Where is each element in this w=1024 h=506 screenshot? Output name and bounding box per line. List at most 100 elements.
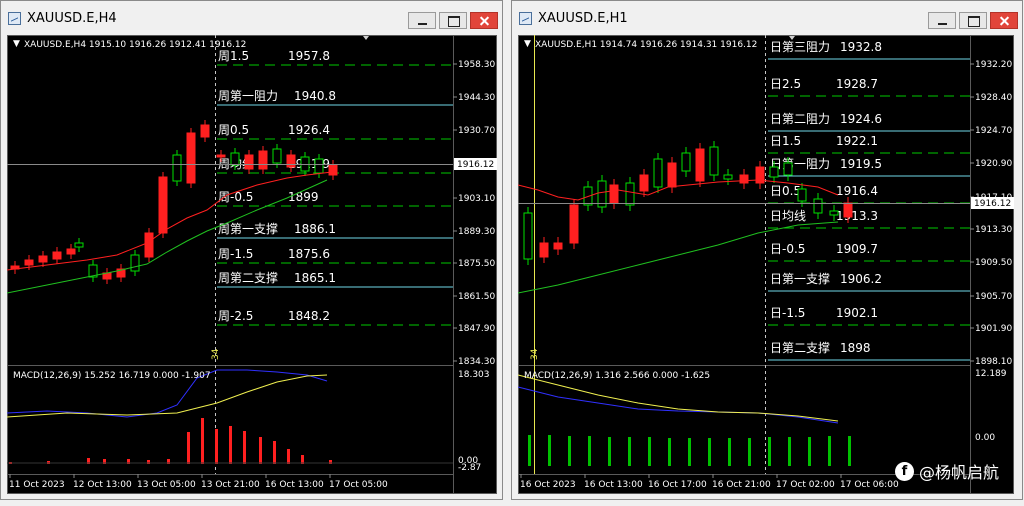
chart-area[interactable]: 1932.201928.401924.701920.901917.101913.… xyxy=(518,35,1014,494)
price-tick-label: 1909.50 xyxy=(975,258,1012,268)
chart-header: XAUUSD.E,H4 1915.10 1916.26 1912.41 1916… xyxy=(24,40,246,50)
candle xyxy=(272,148,282,164)
level-name: 日0.5 xyxy=(770,184,801,198)
time-tick-label: 16 Oct 2023 xyxy=(520,480,576,490)
candle xyxy=(639,174,649,192)
price-tick-label: 1889.30 xyxy=(458,227,495,237)
candle xyxy=(314,158,324,174)
macd-histogram-bar xyxy=(528,435,531,466)
time-tick-label: 12 Oct 13:00 xyxy=(73,480,132,490)
menu-arrow-icon[interactable]: ▼ xyxy=(524,39,531,49)
minimize-button[interactable] xyxy=(408,12,436,29)
level-value: 1957.8 xyxy=(288,49,330,63)
macd-histogram-bar xyxy=(215,429,218,464)
level-name: 周-2.5 xyxy=(218,309,253,323)
candle xyxy=(769,166,779,178)
level-value: 1913.3 xyxy=(836,209,878,223)
level-value: 1932.8 xyxy=(840,40,882,54)
macd-tick-label: -2.87 xyxy=(458,463,481,473)
price-tick-label: 1861.50 xyxy=(458,292,495,302)
close-button[interactable] xyxy=(470,12,498,29)
level-name: 日第一支撑 xyxy=(770,271,830,286)
chart-area[interactable]: 1958.30 1944.30 1930.70 1903.10 1889.30 1875.… xyxy=(7,35,497,494)
candle xyxy=(38,255,48,263)
macd-histogram-bar xyxy=(768,437,771,466)
price-tick-label: 1930.70 xyxy=(458,126,495,136)
window-title: XAUUSD.E,H1 xyxy=(538,11,628,26)
candle xyxy=(539,242,549,258)
macd-histogram-bar xyxy=(187,432,190,464)
level-value: 1926.4 xyxy=(288,123,330,137)
price-tick-label: 1944.30 xyxy=(458,93,495,103)
candle xyxy=(843,202,853,218)
macd-histogram-bar xyxy=(808,437,811,466)
titlebar[interactable]: XAUUSD.E,H1 xyxy=(512,1,1022,35)
candle xyxy=(186,132,196,184)
candle xyxy=(783,162,793,176)
price-tick-label: 1847.90 xyxy=(458,324,495,334)
candle xyxy=(569,204,579,244)
macd-histogram-bar xyxy=(548,435,551,466)
time-tick-label: 17 Oct 06:00 xyxy=(840,480,899,490)
candle xyxy=(709,146,719,176)
candle xyxy=(52,251,62,260)
level-value: 1909.7 xyxy=(836,242,878,256)
macd-histogram-bar xyxy=(688,438,691,466)
candle xyxy=(130,254,140,272)
macd-label: MACD(12,26,9) 15.252 16.719 0.000 -1.907 xyxy=(13,371,211,381)
macd-tick-label: 18.303 xyxy=(458,370,490,380)
time-tick-label: 16 Oct 13:00 xyxy=(265,480,324,490)
macd-histogram-bar xyxy=(259,437,262,464)
time-tick-label: 16 Oct 13:00 xyxy=(584,480,643,490)
chart-app-icon xyxy=(8,12,21,25)
chart-header: XAUUSD.E,H1 1914.74 1916.26 1914.31 1916… xyxy=(535,40,757,50)
macd-histogram-bar xyxy=(201,418,204,464)
candle xyxy=(667,162,677,188)
price-tick-label: 1958.30 xyxy=(458,60,495,70)
macd-histogram-bar xyxy=(287,449,290,464)
price-tick-label: 1924.70 xyxy=(975,126,1012,136)
level-value: 1919.5 xyxy=(840,157,882,171)
current-price: 1916.12 xyxy=(974,199,1011,209)
macd-histogram-bar xyxy=(708,438,711,466)
price-tick-label: 1932.20 xyxy=(975,60,1012,70)
macd-histogram-bar xyxy=(788,437,791,466)
watermark: f @杨帆启航 xyxy=(895,458,999,484)
bar-marker: 34 xyxy=(211,348,221,360)
price-chart[interactable]: 1958.30 1944.30 1930.70 1903.10 1889.30 1875.… xyxy=(7,35,497,494)
macd-histogram-bar xyxy=(728,438,731,466)
macd-histogram-bar xyxy=(273,441,276,464)
price-chart[interactable]: 1932.201928.401924.701920.901917.101913.… xyxy=(518,35,1014,494)
candle xyxy=(286,154,296,168)
window-title: XAUUSD.E,H4 xyxy=(27,11,117,26)
close-button[interactable] xyxy=(990,12,1018,29)
level-name: 日1.5 xyxy=(770,134,801,148)
macd-histogram-bar xyxy=(748,438,751,466)
candle xyxy=(230,152,240,166)
price-tick-label: 1901.90 xyxy=(975,324,1012,334)
candle xyxy=(328,164,338,176)
level-name: 日第二阻力 xyxy=(770,112,830,126)
macd-label: MACD(12,26,9) 1.316 2.566 0.000 -1.625 xyxy=(524,371,710,381)
candle xyxy=(24,259,34,266)
level-value: 1886.1 xyxy=(294,222,336,236)
level-name: 日均线 xyxy=(770,209,806,223)
price-tick-label: 1903.10 xyxy=(458,194,495,204)
level-value: 1906.2 xyxy=(840,272,882,286)
bar-marker: 34 xyxy=(530,348,540,360)
price-tick-label: 1928.40 xyxy=(975,93,1012,103)
menu-arrow-icon[interactable]: ▼ xyxy=(13,39,20,49)
level-name: 日第一阻力 xyxy=(770,157,830,171)
chart-window-h4[interactable]: XAUUSD.E,H4 1958.30 1944.30 1930.70 1903.10… xyxy=(0,0,503,500)
restore-button[interactable] xyxy=(439,12,467,29)
level-name: 日第二支撑 xyxy=(770,340,830,355)
level-value: 1898 xyxy=(840,341,871,355)
minimize-button[interactable] xyxy=(928,12,956,29)
chart-window-h1[interactable]: XAUUSD.E,H1 1932.20 1928.40 1924.70 1920.90… xyxy=(511,0,1023,500)
level-name: 周第二支撑 xyxy=(218,270,278,285)
candle xyxy=(609,184,619,204)
time-tick-label: 13 Oct 05:00 xyxy=(137,480,196,490)
candle xyxy=(829,210,839,216)
titlebar[interactable]: XAUUSD.E,H4 xyxy=(1,1,502,35)
restore-button[interactable] xyxy=(959,12,987,29)
